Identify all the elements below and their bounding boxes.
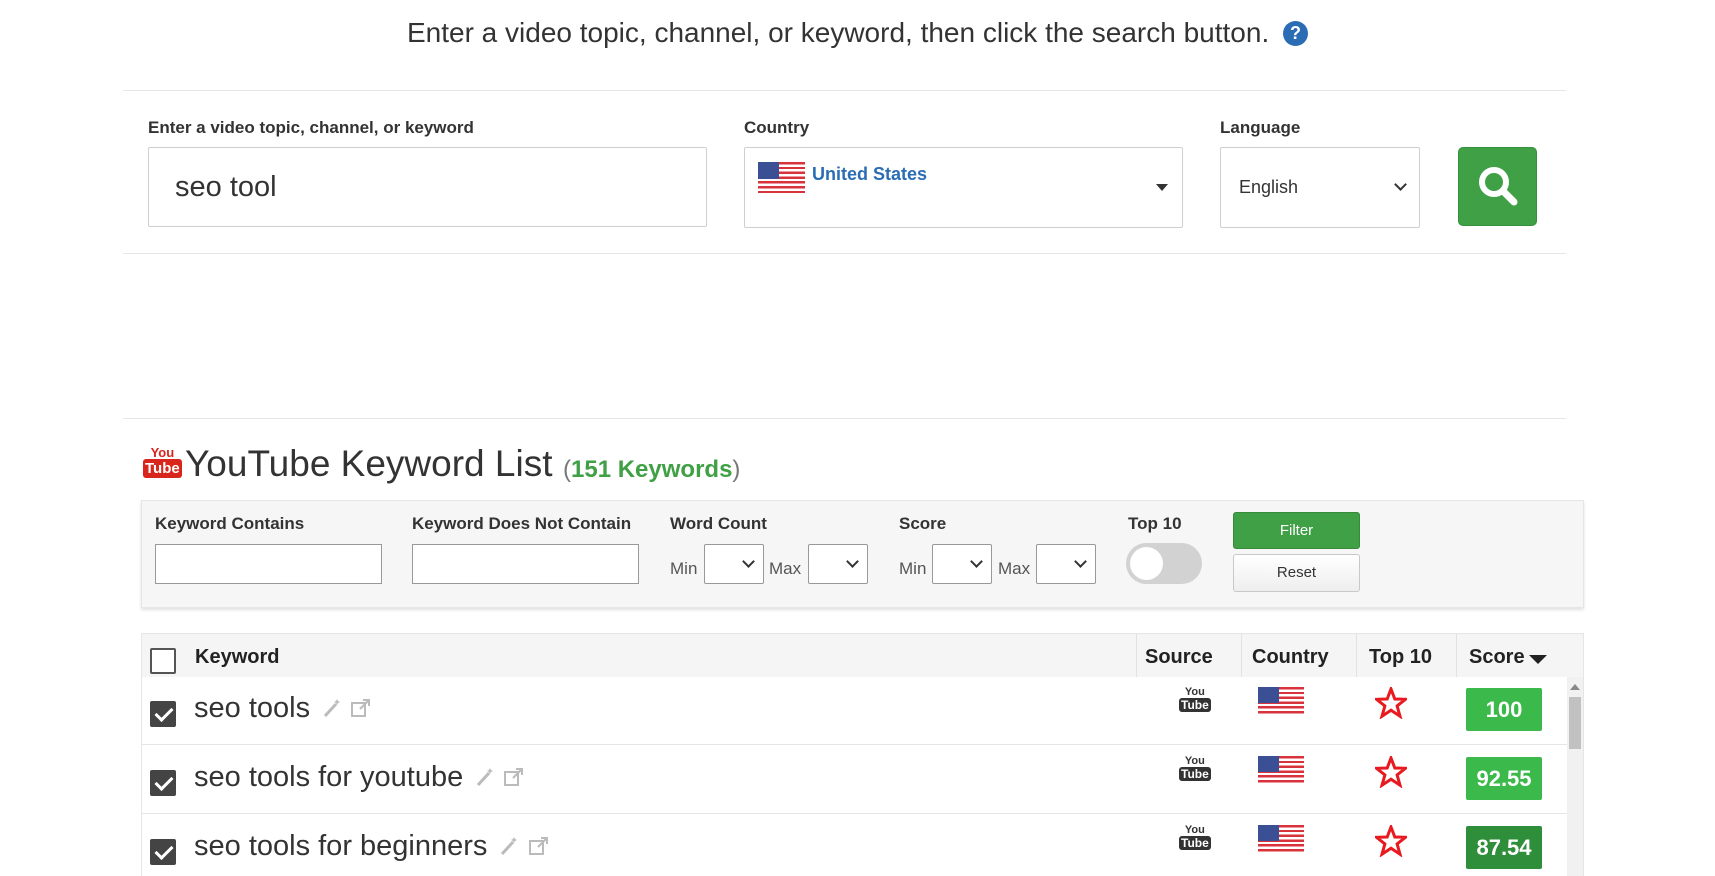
instruction-label: Enter a video topic, channel, or keyword…: [406, 17, 1270, 48]
search-button[interactable]: [1458, 147, 1537, 226]
country-select[interactable]: United States: [744, 147, 1183, 228]
score-min-label: Min: [899, 559, 927, 578]
top10-filter-label: Top 10: [1128, 514, 1182, 533]
score-badge: 100: [1466, 688, 1542, 731]
topic-label: Enter a video topic, channel, or keyword: [148, 118, 474, 137]
divider: [123, 418, 1566, 419]
external-link-icon[interactable]: [350, 697, 372, 719]
chevron-down-icon: [742, 555, 755, 568]
score-max-select[interactable]: [1036, 544, 1096, 584]
help-icon[interactable]: ?: [1283, 21, 1309, 46]
keyword-not-contains-label: Keyword Does Not Contain: [412, 514, 632, 533]
top10-star-icon: [1372, 753, 1410, 793]
scroll-up-arrow-icon[interactable]: [1570, 684, 1580, 690]
select-all-checkbox[interactable]: [150, 648, 176, 674]
language-select[interactable]: English: [1220, 147, 1420, 228]
chevron-down-icon: [1074, 555, 1087, 568]
magic-wand-icon[interactable]: [475, 766, 495, 788]
topic-search-input[interactable]: [148, 147, 707, 227]
header-source[interactable]: Source: [1145, 646, 1213, 669]
language-label: Language: [1220, 118, 1301, 137]
header-top10[interactable]: Top 10: [1369, 646, 1432, 669]
score-min-select[interactable]: [932, 544, 992, 584]
score-badge: 92.55: [1466, 757, 1542, 800]
divider: [123, 90, 1566, 91]
keyword-tools: [475, 763, 525, 796]
word-count-label: Word Count: [670, 514, 767, 533]
country-label: Country: [744, 118, 810, 137]
youtube-source-icon: You Tube: [1179, 824, 1211, 850]
youtube-source-icon: You Tube: [1179, 755, 1211, 781]
row-checkbox[interactable]: [150, 701, 176, 727]
header-keyword[interactable]: Keyword: [195, 646, 279, 669]
keyword-cell: seo tools for youtube: [194, 761, 525, 796]
us-flag-icon: [1258, 825, 1304, 854]
country-value: United States: [812, 164, 928, 184]
top10-star-icon: [1372, 822, 1410, 862]
language-value: English: [1239, 177, 1299, 197]
us-flag-icon: [1258, 687, 1304, 716]
magic-wand-icon[interactable]: [322, 697, 342, 719]
divider: [123, 253, 1566, 254]
keyword-text[interactable]: seo tools for beginners: [194, 830, 487, 862]
chevron-down-icon: [970, 555, 983, 568]
us-flag-icon: [1258, 756, 1304, 785]
chevron-down-icon: [1394, 178, 1407, 191]
filter-button[interactable]: Filter: [1233, 512, 1360, 549]
keyword-count: (151 Keywords): [563, 456, 741, 483]
dropdown-caret-icon: [1156, 184, 1168, 191]
keyword-text[interactable]: seo tools for youtube: [194, 761, 463, 793]
reset-button[interactable]: Reset: [1233, 554, 1360, 592]
search-icon: [1479, 167, 1518, 206]
external-link-icon[interactable]: [528, 835, 550, 857]
scroll-thumb[interactable]: [1569, 697, 1581, 749]
top10-star-icon: [1372, 684, 1410, 724]
keyword-count-value: 151 Keywords: [571, 456, 733, 483]
table-header: Keyword Source Country Top 10 Score: [142, 634, 1583, 677]
word-count-max-select[interactable]: [808, 544, 868, 584]
instruction-text: Enter a video topic, channel, or keyword…: [0, 17, 1715, 49]
score-badge: 87.54: [1466, 826, 1542, 869]
table-row: seo tools for beginners You Tube 87.54: [142, 815, 1567, 876]
us-flag-icon: [758, 162, 805, 193]
magic-wand-icon[interactable]: [499, 835, 519, 857]
keyword-text[interactable]: seo tools: [194, 692, 310, 724]
sort-desc-icon: [1528, 655, 1547, 664]
keyword-tools: [499, 832, 549, 865]
header-score[interactable]: Score: [1469, 646, 1547, 669]
youtube-source-icon: You Tube: [1179, 686, 1211, 712]
keyword-cell: seo tools for beginners: [194, 830, 550, 865]
word-count-max-label: Max: [769, 559, 802, 578]
header-country[interactable]: Country: [1252, 646, 1329, 669]
row-checkbox[interactable]: [150, 839, 176, 865]
chevron-down-icon: [846, 555, 859, 568]
word-count-min-select[interactable]: [704, 544, 764, 584]
keyword-not-contains-input[interactable]: [412, 544, 639, 584]
keyword-tools: [322, 694, 372, 727]
table-scrollbar[interactable]: [1567, 677, 1583, 876]
keyword-cell: seo tools: [194, 692, 372, 727]
table-row: seo tools You Tube 100: [142, 677, 1567, 745]
table-row: seo tools for youtube You Tube 92.55: [142, 746, 1567, 814]
word-count-min-label: Min: [670, 559, 698, 578]
keyword-list-title: YouTube Keyword List: [185, 443, 553, 484]
row-checkbox[interactable]: [150, 770, 176, 796]
keyword-contains-label: Keyword Contains: [155, 514, 305, 533]
score-filter-label: Score: [899, 514, 947, 533]
keyword-contains-input[interactable]: [155, 544, 382, 584]
youtube-logo-icon: You Tube: [143, 445, 182, 478]
score-max-label: Max: [998, 559, 1031, 578]
external-link-icon[interactable]: [503, 766, 525, 788]
top10-toggle[interactable]: [1126, 543, 1202, 584]
toggle-knob: [1130, 547, 1163, 580]
keyword-table: Keyword Source Country Top 10 Score seo …: [141, 633, 1584, 876]
